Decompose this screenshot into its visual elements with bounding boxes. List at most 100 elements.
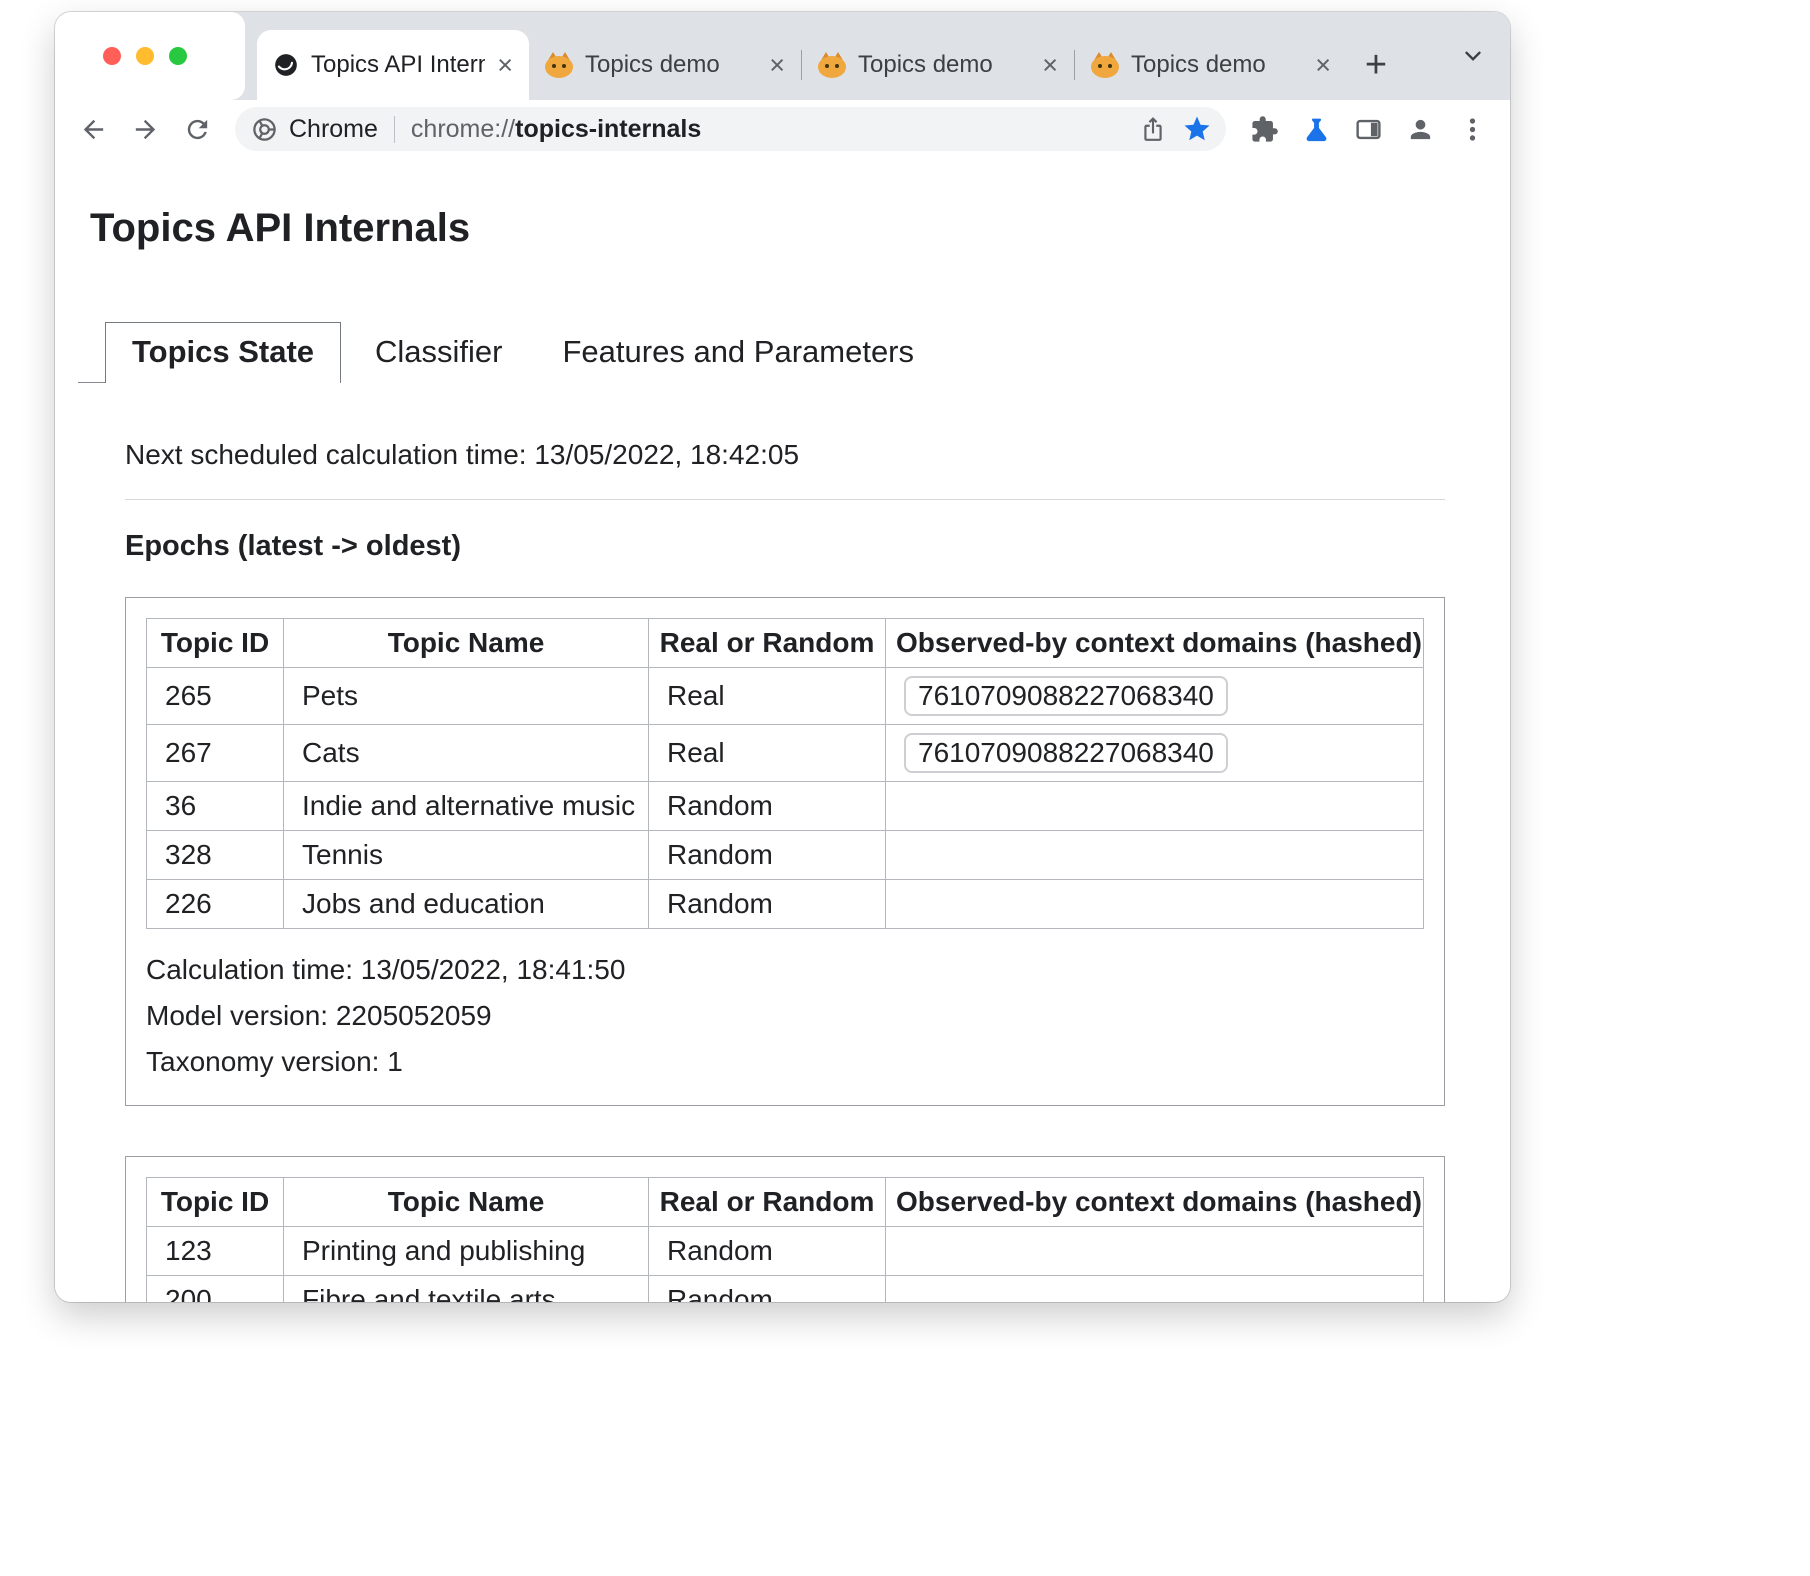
- calculation-time-text: Calculation time: 13/05/2022, 18:41:50: [146, 947, 1424, 993]
- cat-icon: [545, 52, 573, 78]
- back-arrow-icon: [79, 115, 108, 144]
- tab-title: Topics demo: [585, 51, 757, 79]
- section-divider: [125, 499, 1445, 500]
- domains-cell: [886, 1276, 1424, 1303]
- topic-id-cell: 226: [147, 880, 284, 929]
- topics-internals-icon: [273, 52, 299, 78]
- side-panel-icon: [1354, 115, 1383, 144]
- epoch-table: Topic ID Topic Name Real or Random Obser…: [146, 1177, 1424, 1302]
- close-window-button[interactable]: [103, 47, 121, 65]
- profile-button[interactable]: [1398, 107, 1442, 151]
- browser-tab-topics-demo-1[interactable]: Topics demo ×: [529, 30, 801, 100]
- tab-features-parameters[interactable]: Features and Parameters: [537, 323, 941, 383]
- three-dot-menu-icon: [1458, 115, 1487, 144]
- address-bar[interactable]: Chrome chrome://topics-internals: [235, 107, 1226, 151]
- real-or-random-cell: Random: [649, 1276, 886, 1303]
- domain-hash-chip: 7610709088227068340: [904, 676, 1228, 716]
- real-or-random-cell: Random: [649, 831, 886, 880]
- minimize-window-button[interactable]: [136, 47, 154, 65]
- real-or-random-cell: Random: [649, 880, 886, 929]
- new-tab-button[interactable]: +: [1347, 30, 1405, 100]
- share-icon: [1140, 116, 1166, 142]
- table-header-row: Topic ID Topic Name Real or Random Obser…: [147, 1178, 1424, 1227]
- domains-cell: 7610709088227068340: [886, 725, 1424, 782]
- topic-id-cell: 200: [147, 1276, 284, 1303]
- tab-topics-state[interactable]: Topics State: [105, 322, 341, 383]
- table-row: 226 Jobs and education Random: [147, 880, 1424, 929]
- tab-title: Topics demo: [858, 51, 1030, 79]
- browser-window: Topics API Intern × Topics demo × Topics…: [55, 12, 1510, 1302]
- column-header: Topic ID: [147, 619, 284, 668]
- topics-state-panel: Next scheduled calculation time: 13/05/2…: [125, 439, 1445, 1302]
- topic-name-cell: Printing and publishing: [284, 1227, 649, 1276]
- tab-close-icon[interactable]: ×: [497, 52, 513, 79]
- omnibox-divider: [394, 116, 395, 143]
- real-or-random-cell: Random: [649, 782, 886, 831]
- table-row: 123 Printing and publishing Random: [147, 1227, 1424, 1276]
- browser-tab-topics-internals[interactable]: Topics API Intern ×: [257, 30, 529, 100]
- flask-icon: [1302, 115, 1331, 144]
- model-version-text: Model version: 2205052059: [146, 993, 1424, 1039]
- topic-id-cell: 328: [147, 831, 284, 880]
- topic-id-cell: 36: [147, 782, 284, 831]
- forward-button[interactable]: [123, 107, 167, 151]
- tab-close-icon[interactable]: ×: [1042, 52, 1058, 79]
- bookmark-star-button[interactable]: [1182, 114, 1212, 144]
- topic-id-cell: 267: [147, 725, 284, 782]
- epoch-card: Topic ID Topic Name Real or Random Obser…: [125, 597, 1445, 1106]
- url-text: chrome://topics-internals: [411, 115, 701, 144]
- tab-search-chevron-icon[interactable]: [1460, 43, 1486, 69]
- column-header: Observed-by context domains (hashed): [886, 619, 1424, 668]
- experiments-button[interactable]: [1294, 107, 1338, 151]
- domains-cell: [886, 880, 1424, 929]
- real-or-random-cell: Random: [649, 1227, 886, 1276]
- column-header: Real or Random: [649, 1178, 886, 1227]
- puzzle-icon: [1250, 115, 1279, 144]
- table-row: 265 Pets Real 7610709088227068340: [147, 668, 1424, 725]
- real-or-random-cell: Real: [649, 725, 886, 782]
- browser-tab-topics-demo-3[interactable]: Topics demo ×: [1075, 30, 1347, 100]
- epoch-card: Topic ID Topic Name Real or Random Obser…: [125, 1156, 1445, 1302]
- domains-cell: [886, 782, 1424, 831]
- star-icon: [1182, 114, 1212, 144]
- browser-tab-topics-demo-2[interactable]: Topics demo ×: [802, 30, 1074, 100]
- zoom-window-button[interactable]: [169, 47, 187, 65]
- tab-title: Topics API Intern: [311, 51, 485, 79]
- page-viewport: Topics API Internals Topics State Classi…: [55, 158, 1510, 1302]
- column-header: Observed-by context domains (hashed): [886, 1178, 1424, 1227]
- tab-title: Topics demo: [1131, 51, 1303, 79]
- topic-name-cell: Jobs and education: [284, 880, 649, 929]
- tab-strip: Topics API Intern × Topics demo × Topics…: [55, 12, 1510, 100]
- epoch-meta: Calculation time: 13/05/2022, 18:41:50 M…: [146, 947, 1424, 1085]
- tab-bar-baseline: [78, 382, 105, 383]
- topic-name-cell: Indie and alternative music: [284, 782, 649, 831]
- table-row: 36 Indie and alternative music Random: [147, 782, 1424, 831]
- epochs-heading: Epochs (latest -> oldest): [125, 530, 1445, 563]
- table-row: 267 Cats Real 7610709088227068340: [147, 725, 1424, 782]
- page-title: Topics API Internals: [90, 204, 1445, 252]
- tab-classifier[interactable]: Classifier: [349, 323, 528, 383]
- profile-icon: [1406, 115, 1435, 144]
- share-button[interactable]: [1140, 116, 1166, 142]
- extensions-button[interactable]: [1242, 107, 1286, 151]
- domains-cell: 7610709088227068340: [886, 668, 1424, 725]
- forward-arrow-icon: [131, 115, 160, 144]
- browser-menu-button[interactable]: [1450, 107, 1494, 151]
- domain-hash-chip: 7610709088227068340: [904, 733, 1228, 773]
- topic-id-cell: 265: [147, 668, 284, 725]
- topic-id-cell: 123: [147, 1227, 284, 1276]
- table-header-row: Topic ID Topic Name Real or Random Obser…: [147, 619, 1424, 668]
- column-header: Real or Random: [649, 619, 886, 668]
- tab-close-icon[interactable]: ×: [1315, 52, 1331, 79]
- domains-cell: [886, 831, 1424, 880]
- epoch-table: Topic ID Topic Name Real or Random Obser…: [146, 618, 1424, 929]
- back-button[interactable]: [71, 107, 115, 151]
- domains-cell: [886, 1227, 1424, 1276]
- topic-name-cell: Cats: [284, 725, 649, 782]
- real-or-random-cell: Real: [649, 668, 886, 725]
- side-panel-button[interactable]: [1346, 107, 1390, 151]
- column-header: Topic ID: [147, 1178, 284, 1227]
- reload-button[interactable]: [175, 107, 219, 151]
- internals-tab-bar: Topics State Classifier Features and Par…: [78, 322, 1445, 383]
- tab-close-icon[interactable]: ×: [769, 52, 785, 79]
